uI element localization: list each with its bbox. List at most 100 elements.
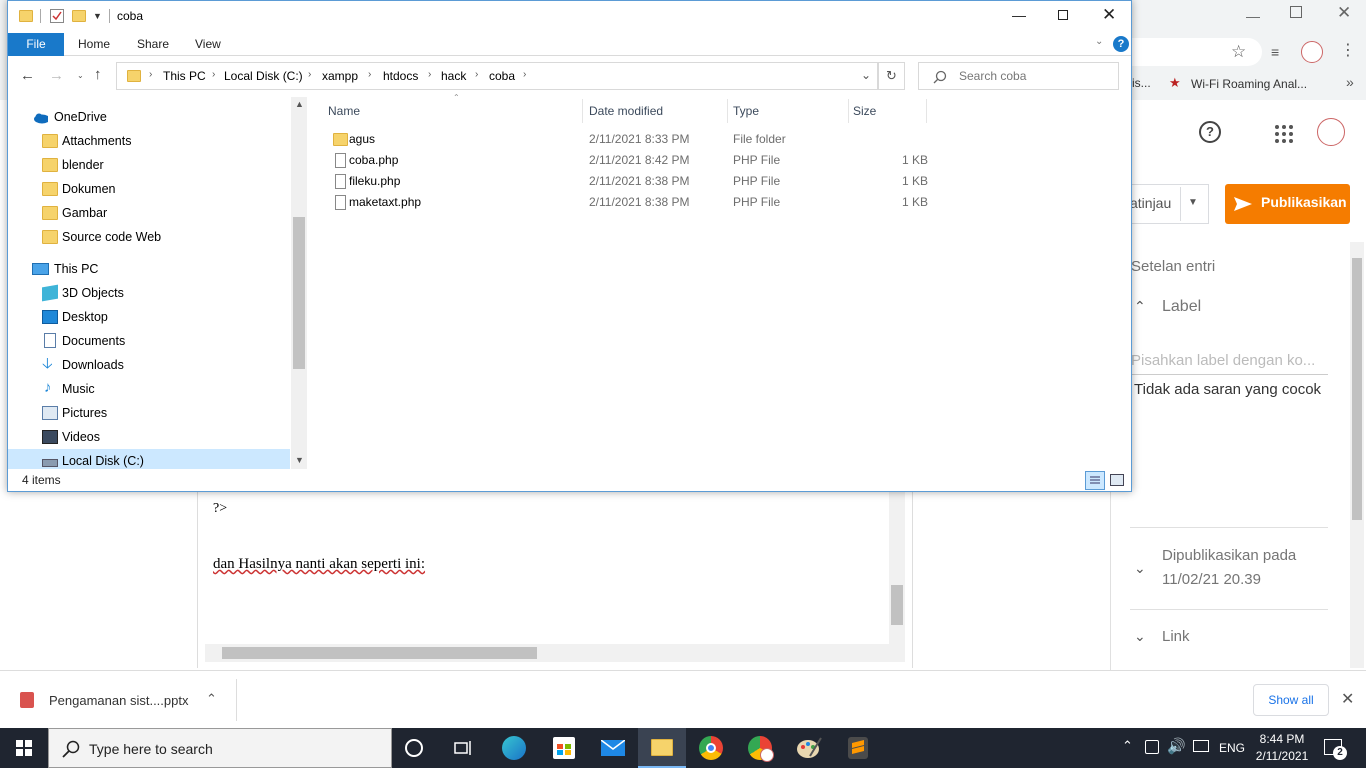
meet-now-icon[interactable] bbox=[1145, 740, 1159, 754]
column-date-modified[interactable]: Date modified bbox=[589, 99, 663, 123]
file-row[interactable]: agus 2/11/2021 8:33 PM File folder bbox=[328, 129, 928, 150]
close-icon[interactable]: ✕ bbox=[1102, 5, 1116, 25]
clock-time[interactable]: 8:44 PM bbox=[1253, 732, 1311, 746]
column-name[interactable]: Name bbox=[328, 99, 360, 123]
properties-icon[interactable] bbox=[50, 9, 64, 23]
status-item-count: 4 items bbox=[22, 473, 61, 487]
publish-button[interactable]: Publikasikan bbox=[1225, 184, 1350, 224]
chevron-up-icon[interactable]: ⌃ bbox=[1134, 298, 1146, 315]
tab-view[interactable]: View bbox=[195, 33, 221, 56]
volume-icon[interactable]: 🔊 bbox=[1167, 737, 1186, 755]
column-type[interactable]: Type bbox=[733, 99, 759, 123]
pictures-icon bbox=[42, 406, 58, 420]
label-input[interactable]: Pisahkan label dengan ko... bbox=[1131, 352, 1328, 369]
cloud-icon bbox=[34, 113, 48, 124]
address-dropdown-icon[interactable]: ⌄ bbox=[861, 68, 871, 82]
chrome-icon[interactable] bbox=[699, 736, 723, 760]
bookmark-star-icon[interactable]: ☆ bbox=[1231, 42, 1246, 62]
close-icon[interactable]: ✕ bbox=[1341, 689, 1354, 709]
side-scrollbar[interactable] bbox=[1350, 242, 1364, 668]
taskbar-search-box[interactable]: Type here to search bbox=[48, 728, 392, 768]
minimize-icon[interactable]: — bbox=[1012, 7, 1026, 23]
edge-icon[interactable] bbox=[502, 736, 526, 760]
nav-scrollbar[interactable]: ▲ ▼ bbox=[291, 97, 307, 469]
help-icon[interactable]: ? bbox=[1113, 36, 1129, 52]
editor-text: dan Hasilnya nanti akan seperti ini: bbox=[213, 556, 426, 572]
file-row[interactable]: fileku.php 2/11/2021 8:38 PM PHP File 1 … bbox=[328, 171, 928, 192]
start-button[interactable] bbox=[0, 728, 48, 768]
show-all-button[interactable]: Show all bbox=[1253, 684, 1329, 716]
details-view-icon[interactable] bbox=[1085, 471, 1105, 490]
folder-icon bbox=[42, 206, 58, 220]
nav-scroll-thumb[interactable] bbox=[293, 217, 305, 369]
mail-icon[interactable] bbox=[600, 739, 626, 756]
refresh-icon[interactable]: ↻ bbox=[878, 62, 905, 90]
recent-locations-icon[interactable]: ⌄ bbox=[77, 71, 84, 80]
profile-avatar[interactable] bbox=[1301, 41, 1323, 63]
network-icon[interactable] bbox=[1193, 740, 1209, 752]
minimize-icon[interactable]: — bbox=[1246, 8, 1260, 24]
chrome-profile-icon[interactable] bbox=[748, 736, 774, 762]
show-hidden-icons-icon[interactable]: ⌃ bbox=[1122, 738, 1133, 754]
language-indicator[interactable]: ENG bbox=[1219, 741, 1245, 755]
blogger-avatar[interactable] bbox=[1317, 118, 1345, 146]
more-bookmarks-icon[interactable]: » bbox=[1346, 74, 1354, 90]
published-title[interactable]: Dipublikasikan pada bbox=[1162, 547, 1296, 564]
expand-ribbon-icon[interactable]: ⌄ bbox=[1095, 36, 1103, 47]
breadcrumb-this-pc[interactable]: This PC bbox=[163, 69, 206, 83]
back-icon[interactable]: ← bbox=[20, 67, 35, 84]
download-filename[interactable]: Pengamanan sist....pptx bbox=[49, 693, 188, 708]
paint-icon[interactable] bbox=[796, 736, 822, 760]
file-row[interactable]: coba.php 2/11/2021 8:42 PM PHP File 1 KB bbox=[328, 150, 928, 171]
forward-icon[interactable]: → bbox=[49, 67, 64, 84]
clock-date[interactable]: 2/11/2021 bbox=[1253, 749, 1311, 763]
breadcrumb-htdocs[interactable]: htdocs bbox=[383, 69, 418, 83]
tab-home[interactable]: Home bbox=[78, 33, 110, 56]
explorer-taskbar-button[interactable] bbox=[638, 728, 686, 768]
customize-toolbar-icon[interactable]: ▼ bbox=[93, 11, 102, 21]
new-folder-icon[interactable] bbox=[72, 10, 86, 22]
php-file-icon bbox=[335, 153, 346, 168]
search-box[interactable]: Search coba bbox=[918, 62, 1119, 90]
address-bar[interactable]: › This PC › Local Disk (C:) › xampp › ht… bbox=[116, 62, 878, 90]
task-view-icon[interactable] bbox=[453, 739, 473, 757]
cortana-icon[interactable] bbox=[405, 739, 423, 757]
breadcrumb-hack[interactable]: hack bbox=[441, 69, 466, 83]
search-input[interactable]: Search coba bbox=[959, 69, 1026, 83]
help-icon[interactable]: ? bbox=[1199, 121, 1221, 143]
bookmark-wifi[interactable]: Wi-Fi Roaming Anal... bbox=[1191, 77, 1307, 91]
menu-icon[interactable]: ⋮ bbox=[1340, 40, 1356, 60]
label-section[interactable]: Label bbox=[1162, 298, 1201, 316]
sublime-text-icon[interactable] bbox=[848, 737, 868, 759]
chevron-down-icon[interactable]: ⌄ bbox=[1134, 560, 1146, 577]
tab-file[interactable]: File bbox=[8, 33, 64, 56]
editor-hscrollbar[interactable] bbox=[205, 644, 905, 662]
large-icons-view-icon[interactable] bbox=[1110, 474, 1124, 486]
breadcrumb-xampp[interactable]: xampp bbox=[322, 69, 358, 83]
link-section[interactable]: Link bbox=[1162, 628, 1190, 645]
close-icon[interactable]: ✕ bbox=[1337, 3, 1351, 23]
pptx-file-icon bbox=[20, 692, 34, 708]
bookmark-truncated[interactable]: is... bbox=[1132, 76, 1151, 90]
restore-icon[interactable] bbox=[1290, 6, 1302, 18]
folder-icon bbox=[127, 70, 141, 82]
reading-list-icon[interactable]: ≡ bbox=[1271, 44, 1279, 60]
chevron-down-icon[interactable]: ⌄ bbox=[1134, 628, 1146, 645]
preview-button[interactable]: atinjau ▼ bbox=[1130, 184, 1209, 224]
notification-center-icon[interactable]: 2 bbox=[1324, 739, 1347, 760]
breadcrumb-coba[interactable]: coba bbox=[489, 69, 515, 83]
taskbar-search-input[interactable]: Type here to search bbox=[89, 741, 213, 757]
chevron-up-icon[interactable]: ⌃ bbox=[206, 691, 217, 707]
apps-icon[interactable] bbox=[1274, 124, 1294, 144]
store-icon[interactable] bbox=[553, 737, 575, 759]
music-note-icon: ♪ bbox=[44, 379, 52, 396]
editor-vscrollbar[interactable] bbox=[889, 492, 905, 644]
file-row[interactable]: maketaxt.php 2/11/2021 8:38 PM PHP File … bbox=[328, 192, 928, 213]
desktop-icon bbox=[42, 310, 58, 324]
column-size[interactable]: Size bbox=[853, 99, 876, 123]
tab-share[interactable]: Share bbox=[137, 33, 169, 56]
editor-area[interactable] bbox=[197, 492, 913, 668]
maximize-icon[interactable] bbox=[1058, 10, 1068, 20]
up-icon[interactable]: ↑ bbox=[94, 66, 102, 83]
breadcrumb-local-disk[interactable]: Local Disk (C:) bbox=[224, 69, 303, 83]
